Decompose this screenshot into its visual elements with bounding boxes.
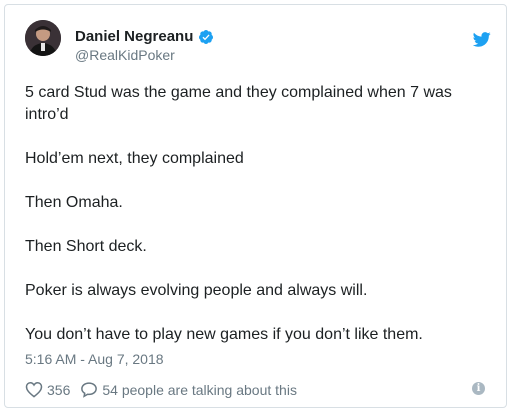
- avatar-photo: [25, 20, 61, 56]
- heart-icon: [25, 381, 43, 398]
- author-name-text[interactable]: Daniel Negreanu: [75, 28, 193, 45]
- reply-button[interactable]: 54 people are talking about this: [80, 381, 297, 398]
- tweet-card: Daniel Negreanu @RealKidPoker 5 card Stu…: [4, 4, 507, 408]
- tweet-paragraph: You don’t have to play new games if you …: [25, 326, 423, 343]
- author-name[interactable]: Daniel Negreanu: [75, 28, 214, 45]
- tweet-paragraph: Then Short deck.: [25, 238, 147, 255]
- tweet-paragraph: Poker is always evolving people and alwa…: [25, 282, 368, 299]
- tweet-text: 5 card Stud was the game and they compla…: [25, 82, 465, 368]
- like-count: 356: [47, 381, 71, 398]
- author-handle[interactable]: @RealKidPoker: [75, 47, 175, 63]
- reply-text: 54 people are talking about this: [102, 381, 297, 398]
- twitter-bird-icon[interactable]: [473, 32, 491, 47]
- tweet-paragraph: Hold’em next, they complained: [25, 150, 244, 167]
- tweet-paragraph: Then Omaha.: [25, 194, 123, 211]
- tweet-paragraph: 5 card Stud was the game and they compla…: [25, 84, 452, 123]
- reply-bubble-icon: [81, 382, 98, 398]
- tweet-timestamp[interactable]: 5:16 AM - Aug 7, 2018: [25, 351, 164, 367]
- verified-badge-icon: [199, 29, 214, 44]
- like-button[interactable]: 356: [25, 381, 70, 398]
- avatar[interactable]: [25, 20, 61, 56]
- tweet-actions: 356 54 people are talking about this: [25, 381, 307, 398]
- info-icon[interactable]: i: [472, 382, 485, 395]
